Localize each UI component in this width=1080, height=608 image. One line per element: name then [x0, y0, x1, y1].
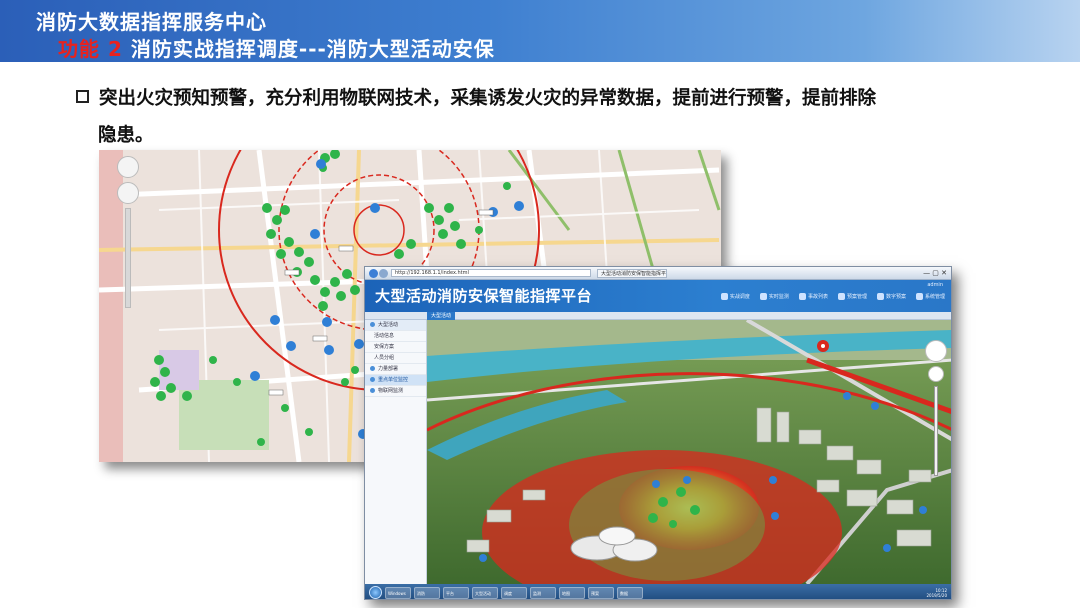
- platform-window: http://192.168.1.1/index.html 大型活动消防安保智能…: [364, 266, 952, 600]
- menu-item-3[interactable]: 预案管理: [837, 293, 867, 300]
- bullet-box-icon: [76, 90, 89, 103]
- back-icon[interactable]: [369, 269, 378, 278]
- taskbar-item-3[interactable]: 大型活动: [472, 586, 498, 599]
- menu-icon: [798, 293, 806, 300]
- sidebar-item-event[interactable]: 大型活动: [365, 320, 426, 331]
- sub-tab-bar: 大型活动: [365, 312, 951, 320]
- sidebar-item-forces[interactable]: 力量部署: [365, 364, 426, 375]
- fire-marker-icon: [817, 340, 829, 352]
- sidebar-item-info[interactable]: 活动信息: [365, 331, 426, 342]
- taskbar-item-1[interactable]: 消防: [414, 586, 440, 599]
- taskbar-item-7[interactable]: 预案: [588, 586, 614, 599]
- menu-icon: [837, 293, 845, 300]
- address-bar[interactable]: http://192.168.1.1/index.html: [391, 269, 591, 277]
- start-icon[interactable]: [369, 586, 382, 599]
- menu-icon: [720, 293, 728, 300]
- scene-zoom-slider[interactable]: [934, 386, 938, 476]
- bullet-line-2: 隐患。: [98, 125, 154, 146]
- menu-item-1[interactable]: 实时监测: [759, 293, 789, 300]
- org-title: 消防大数据指挥服务中心: [36, 10, 267, 34]
- system-clock[interactable]: 10:12 2019/5/20: [926, 588, 947, 598]
- map-pan-control[interactable]: [117, 156, 139, 178]
- app-header: 大型活动消防安保智能指挥平台 admin 实战调度 实时监测 事故列表 预案管理…: [365, 280, 951, 312]
- menu-icon: [915, 293, 923, 300]
- sidebar: 大型活动 活动信息 安保方案 人员分组 力量部署 重点单位监控 物联网监测: [365, 320, 427, 584]
- sidebar-item-groups[interactable]: 人员分组: [365, 353, 426, 364]
- forward-icon[interactable]: [379, 269, 388, 278]
- window-controls[interactable]: — ▢ ✕: [923, 269, 947, 277]
- top-menu: 实战调度 实时监测 事故列表 预案管理 数字预案 系统管理: [720, 293, 945, 300]
- scene-3d-canvas[interactable]: [427, 320, 952, 584]
- section-title: 功能 2 消防实战指挥调度---消防大型活动安保: [58, 33, 495, 62]
- taskbar-item-8[interactable]: 数据: [617, 586, 643, 599]
- taskbar-item-2[interactable]: 平台: [443, 586, 469, 599]
- menu-item-4[interactable]: 数字预案: [876, 293, 906, 300]
- folder-icon: [370, 322, 375, 327]
- sidebar-item-plan[interactable]: 安保方案: [365, 342, 426, 353]
- user-label[interactable]: admin: [927, 282, 943, 288]
- map-zoom-slider[interactable]: [125, 208, 131, 308]
- browser-tab[interactable]: 大型活动消防安保智能指挥平台: [597, 269, 667, 278]
- browser-bar: http://192.168.1.1/index.html 大型活动消防安保智能…: [365, 267, 951, 280]
- menu-icon: [759, 293, 767, 300]
- clock-date: 2019/5/20: [926, 592, 947, 598]
- menu-item-0[interactable]: 实战调度: [720, 293, 750, 300]
- tab-large-event[interactable]: 大型活动: [427, 312, 456, 320]
- function-label: 功能 2: [58, 37, 123, 61]
- taskbar-item-4[interactable]: 调度: [501, 586, 527, 599]
- bullet-paragraph: 突出火灾预知预警，充分利用物联网技术，采集诱发火灾的异常数据，提前进行预警，提前…: [76, 80, 976, 154]
- sidebar-item-iot[interactable]: 物联网监测: [365, 386, 426, 397]
- menu-icon: [876, 293, 884, 300]
- folder-icon: [370, 366, 375, 371]
- scene-3d[interactable]: [427, 320, 952, 584]
- header-banner: 消防大数据指挥服务中心 功能 2 消防实战指挥调度---消防大型活动安保: [0, 0, 1080, 62]
- rotate-control-icon[interactable]: [928, 366, 944, 382]
- taskbar: Windows 消防 平台 大型活动 调度 监测 地图 预案 数据 10:12 …: [365, 584, 951, 599]
- map-zoom-in-button[interactable]: [117, 182, 139, 204]
- compass-icon[interactable]: [925, 340, 947, 362]
- taskbar-item-5[interactable]: 监测: [530, 586, 556, 599]
- taskbar-item-6[interactable]: 地图: [559, 586, 585, 599]
- taskbar-item-0[interactable]: Windows: [385, 586, 411, 599]
- map-zoom-control[interactable]: [117, 156, 139, 308]
- folder-icon: [370, 377, 375, 382]
- sidebar-item-monitor[interactable]: 重点单位监控: [365, 375, 426, 386]
- bullet-line-1: 突出火灾预知预警，充分利用物联网技术，采集诱发火灾的异常数据，提前进行预警，提前…: [99, 88, 877, 109]
- menu-item-2[interactable]: 事故列表: [798, 293, 828, 300]
- folder-icon: [370, 388, 375, 393]
- section-subtitle: 消防实战指挥调度---消防大型活动安保: [130, 37, 495, 61]
- app-title: 大型活动消防安保智能指挥平台: [375, 287, 593, 305]
- menu-item-5[interactable]: 系统管理: [915, 293, 945, 300]
